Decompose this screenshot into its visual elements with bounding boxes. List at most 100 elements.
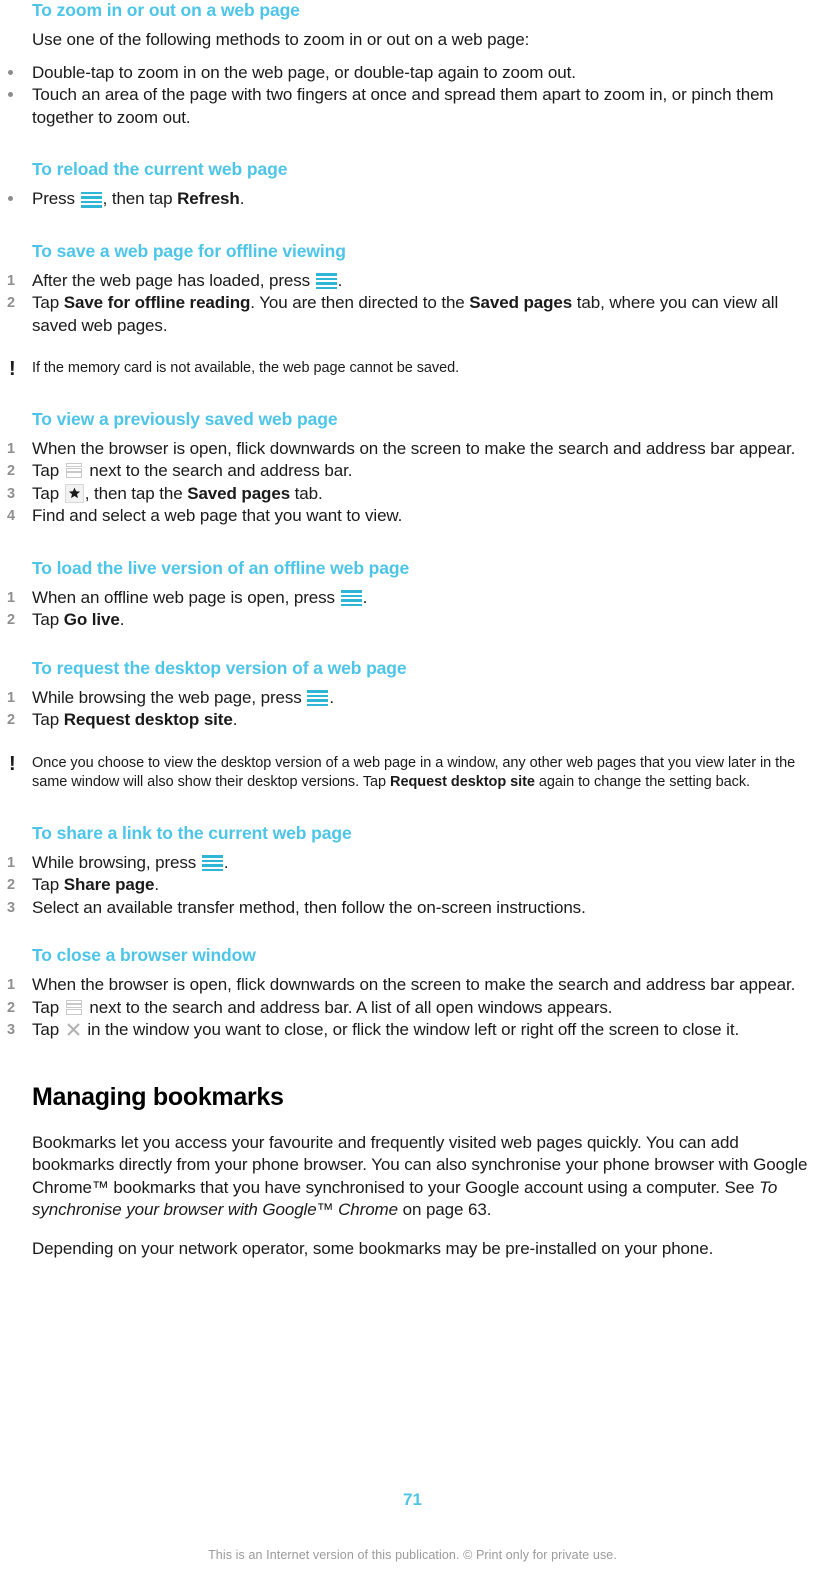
list-item-text: While browsing the web page, press	[32, 687, 307, 707]
close-window-step-list: 1 When the browser is open, flick downwa…	[0, 974, 825, 1042]
list-item-text-2: next to the search and address bar.	[84, 461, 353, 480]
list-item: 1 While browsing the web page, press .	[0, 687, 825, 710]
list-item: 2 Tap Request desktop site.	[0, 709, 825, 732]
bullet-dot-icon	[8, 69, 13, 75]
list-item-text: While browsing, press	[32, 852, 201, 872]
note-text: Once you choose to view the desktop vers…	[32, 755, 795, 791]
list-item-text-2: .	[337, 270, 343, 290]
heading-close-window: To close a browser window	[32, 945, 256, 965]
step-number: 2	[7, 612, 15, 628]
step-number: 4	[7, 508, 15, 524]
footer-note: This is an Internet version of this publ…	[208, 1548, 617, 1562]
menu-key-icon	[307, 690, 329, 707]
note-text-end: again to change the setting back.	[534, 774, 751, 790]
zoom-bullet-list: Double-tap to zoom in on the web page, o…	[0, 62, 825, 130]
step-number: 3	[7, 485, 15, 502]
list-item-text: Select an available transfer method, the…	[32, 897, 586, 917]
step-number: 2	[7, 295, 15, 311]
step-number: 1	[7, 272, 15, 289]
list-item-text: When the browser is open, flick downward…	[32, 438, 796, 458]
list-item-text: When the browser is open, flick downward…	[32, 975, 796, 994]
share-link-step-list: 1 While browsing, press . 2 Tap Share pa…	[0, 852, 825, 920]
list-item: 3 Tap , then tap the Saved pages tab.	[0, 483, 825, 506]
menu-key-icon	[201, 855, 223, 872]
list-item-bold: Go live	[63, 610, 120, 629]
note-text-bold: Request desktop site	[390, 774, 535, 790]
list-item-bold: Saved pages	[187, 483, 291, 503]
manual-page: To zoom in or out on a web page Use one …	[0, 0, 825, 1590]
bullet-dot-icon	[8, 92, 13, 97]
save-offline-step-list: 1 After the web page has loaded, press .…	[0, 270, 825, 338]
list-item-text-2: .	[362, 587, 368, 607]
step-number: 2	[7, 463, 15, 479]
browser-windows-icon	[65, 463, 84, 479]
note-text: If the memory card is not available, the…	[32, 360, 460, 376]
menu-key-icon	[80, 191, 102, 208]
zoom-intro-text: Use one of the following methods to zoom…	[32, 30, 530, 49]
list-item-text-2: .	[223, 852, 229, 872]
heading-load-live: To load the live version of an offline w…	[32, 557, 410, 578]
heading-zoom: To zoom in or out on a web page	[32, 0, 300, 20]
load-live-step-list: 1 When an offline web page is open, pres…	[0, 587, 825, 632]
list-item-bold: Share page	[63, 875, 155, 894]
page-number: 71	[403, 1490, 422, 1509]
list-item-text: Tap	[32, 461, 64, 480]
list-item-text: Tap	[32, 997, 64, 1017]
list-item: 2 Tap Share page.	[0, 874, 825, 897]
list-item-text-2: next to the search and address bar. A li…	[84, 997, 613, 1017]
step-number: 3	[7, 899, 15, 916]
list-item-text: Find and select a web page that you want…	[32, 506, 403, 525]
list-item: 2 Tap Go live.	[0, 609, 825, 632]
list-item-text-2: .	[329, 687, 334, 707]
menu-key-icon	[340, 590, 362, 607]
list-item: 3 Select an available transfer method, t…	[0, 897, 825, 920]
list-item-text: Tap	[32, 293, 64, 312]
list-item-bold: Request desktop site	[63, 710, 233, 729]
list-item-text: Double-tap to zoom in on the web page, o…	[32, 62, 576, 82]
para-text-pre: Bookmarks let you access your favourite …	[32, 1132, 808, 1197]
heading-view-saved: To view a previously saved web page	[32, 408, 338, 429]
step-number: 2	[7, 999, 15, 1016]
bookmark-star-icon	[64, 483, 84, 503]
list-item: 1 When an offline web page is open, pres…	[0, 587, 825, 610]
list-item: Press , then tap Refresh.	[0, 188, 825, 211]
list-item-text: Touch an area of the page with two finge…	[32, 85, 774, 127]
list-item-text: Tap	[32, 1020, 64, 1039]
list-item-bold-2: Saved pages	[469, 293, 573, 312]
step-number: 1	[7, 689, 15, 706]
heading-share-link: To share a link to the current web page	[32, 822, 352, 843]
list-item: 1 While browsing, press .	[0, 852, 825, 875]
list-item-text-2: , then tap	[102, 189, 178, 208]
list-item-text: Tap	[32, 875, 64, 894]
list-item-text-2: . You are then directed to the	[250, 293, 470, 312]
list-item: 4 Find and select a web page that you wa…	[0, 505, 825, 528]
list-item-text: Tap	[32, 610, 64, 629]
bullet-dot-icon	[8, 196, 13, 201]
list-item-text: Press	[32, 189, 80, 208]
list-item-text-3: tab.	[290, 483, 323, 503]
desktop-version-step-list: 1 While browsing the web page, press . 2…	[0, 687, 825, 732]
reload-bullet-list: Press , then tap Refresh.	[0, 188, 825, 211]
step-number: 1	[7, 589, 15, 606]
list-item-bold: Save for offline reading	[63, 293, 251, 312]
page-content: To zoom in or out on a web page Use one …	[0, 0, 825, 1260]
managing-bookmarks-paragraph-2: Depending on your network operator, some…	[32, 1238, 714, 1258]
browser-windows-icon	[65, 999, 84, 1016]
